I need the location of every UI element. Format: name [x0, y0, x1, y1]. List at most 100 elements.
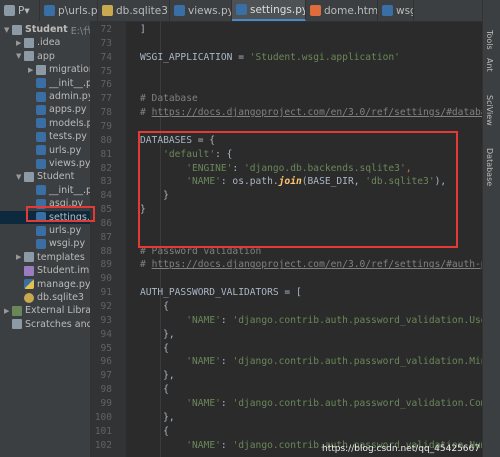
right-tool-tab[interactable]: Database: [485, 148, 494, 186]
code-line: ]: [140, 24, 146, 35]
chevron-down-icon[interactable]: ▼: [4, 26, 12, 34]
folder-icon: [24, 171, 34, 182]
code-line: },: [140, 370, 175, 381]
tree-item[interactable]: db.sqlite3: [0, 291, 90, 304]
tree-item[interactable]: ▶ templates: [0, 251, 90, 264]
tree-item[interactable]: urls.py: [0, 144, 90, 157]
code-token: :: [220, 397, 233, 409]
folder-icon: [24, 37, 34, 48]
code-token: https://docs.djangoproject.com/en/3.0/re…: [151, 259, 482, 271]
chevron-right-icon[interactable]: ▶: [4, 307, 12, 315]
folder-icon: [24, 252, 34, 263]
chevron-down-icon[interactable]: ▼: [16, 52, 24, 60]
tree-item[interactable]: models.py: [0, 117, 90, 130]
line-number: 98: [100, 384, 112, 396]
line-number: 82: [100, 162, 112, 174]
tree-item[interactable]: ▶ .idea: [0, 36, 90, 49]
tree-item[interactable]: ▶ External Libraries: [0, 304, 90, 317]
tree-item[interactable]: manage.py: [0, 278, 90, 291]
code-line: {: [140, 384, 169, 395]
tree-item[interactable]: apps.py: [0, 103, 90, 116]
code-token: },: [140, 370, 175, 382]
line-number: 73: [100, 37, 112, 49]
code-token: https://docs.djangoproject.com/en/3.0/re…: [151, 107, 482, 119]
tree-item-label: templates: [37, 251, 85, 263]
line-number: 84: [100, 190, 112, 202]
tab-2[interactable]: db.sqlite3×: [98, 0, 170, 21]
tree-item[interactable]: views.py: [0, 157, 90, 170]
tab-label: settings.py: [250, 3, 306, 16]
tree-item-path: E:\代码: [70, 25, 90, 37]
tab-label: views.py: [188, 4, 232, 17]
tree-item[interactable]: wsgi.py: [0, 237, 90, 250]
line-number: 74: [100, 51, 112, 63]
databases-highlight-box: [138, 131, 458, 248]
tab-6[interactable]: wsgi: [378, 0, 414, 21]
chevron-right-icon[interactable]: ▶: [16, 39, 24, 47]
python-file-icon: [36, 225, 46, 236]
tab-1[interactable]: p\urls.py×: [40, 0, 98, 21]
tree-item[interactable]: ▶ migration: [0, 63, 90, 76]
code-token: AUTH_PASSWORD_VALIDATORS = [: [140, 287, 302, 299]
line-number: 78: [100, 107, 112, 119]
tab-0[interactable]: P▾: [0, 0, 40, 21]
line-number: 87: [100, 231, 112, 243]
tree-item-label: __init__.py: [49, 184, 90, 196]
tree-item-label: wsgi.py: [49, 238, 86, 250]
tree-item-label: views.py: [49, 158, 90, 169]
tree-item-label: Student: [25, 24, 68, 35]
python-file-icon: [36, 118, 46, 129]
line-number: 79: [100, 120, 112, 132]
python-file-icon: [36, 158, 46, 169]
code-token: #: [140, 259, 152, 271]
folder-icon: [12, 24, 22, 35]
tree-item[interactable]: Scratches and Co: [0, 318, 90, 331]
line-number-gutter: 72 73 74 75 76 77 78 79 80 81 82 83 84 85 86 87 88 89 90 91…: [90, 21, 126, 457]
code-token: {: [140, 301, 169, 312]
line-number: 88: [100, 245, 112, 257]
module-file-icon: [24, 265, 34, 276]
tree-item-label: tests.py: [49, 131, 87, 143]
code-line: 'NAME': 'django.contrib.auth.password_va…: [140, 398, 482, 409]
code-token: :: [220, 439, 233, 451]
right-tool-tab[interactable]: SciView: [485, 95, 494, 126]
chevron-right-icon[interactable]: ▶: [16, 253, 24, 261]
tree-item[interactable]: __init__.py: [0, 184, 90, 197]
code-line: AUTH_PASSWORD_VALIDATORS = [: [140, 287, 302, 298]
code-token: 'django.contrib.auth.password_validation…: [232, 397, 482, 409]
right-tool-tab[interactable]: Ant: [485, 58, 494, 72]
code-token: # Database: [140, 93, 198, 105]
tree-item[interactable]: admin.py: [0, 90, 90, 103]
tab-3[interactable]: views.py×: [170, 0, 232, 21]
watermark: https://blog.csdn.net/qq_45425667: [321, 444, 480, 454]
tab-5[interactable]: dome.html×: [306, 0, 378, 21]
tree-item[interactable]: Student.iml: [0, 264, 90, 277]
tree-item[interactable]: ▼ app: [0, 50, 90, 63]
chevron-right-icon[interactable]: ▶: [28, 66, 36, 74]
tree-item-label: models.py: [49, 117, 90, 129]
tree-item-label: urls.py: [49, 225, 82, 236]
tree-item[interactable]: __init__.py: [0, 77, 90, 90]
line-number: 81: [100, 148, 112, 160]
tree-item[interactable]: tests.py: [0, 130, 90, 143]
tree-item-label: db.sqlite3: [37, 292, 84, 303]
tree-item-label: __init__.py: [49, 77, 90, 89]
line-number: 102: [94, 439, 112, 451]
tree-item[interactable]: ▼ StudentE:\代码: [0, 23, 90, 37]
code-line: # https://docs.djangoproject.com/en/3.0/…: [140, 259, 482, 270]
line-number: 96: [100, 356, 112, 368]
code-line: 'NAME': 'django.contrib.auth.password_va…: [140, 356, 482, 367]
python-file-icon: [36, 238, 46, 249]
tree-item[interactable]: urls.py: [0, 224, 90, 237]
line-number: 80: [100, 134, 112, 146]
code-token: {: [140, 342, 169, 354]
tree-item[interactable]: ▼ Student: [0, 170, 90, 183]
tree-item-label: .idea: [37, 37, 61, 49]
tab-4[interactable]: settings.py×: [232, 0, 306, 21]
code-line: {: [140, 426, 169, 437]
python-file-icon: [36, 91, 46, 102]
python-file-icon: [36, 131, 46, 142]
tab-label: P▾: [18, 4, 30, 17]
chevron-down-icon[interactable]: ▼: [16, 173, 24, 181]
